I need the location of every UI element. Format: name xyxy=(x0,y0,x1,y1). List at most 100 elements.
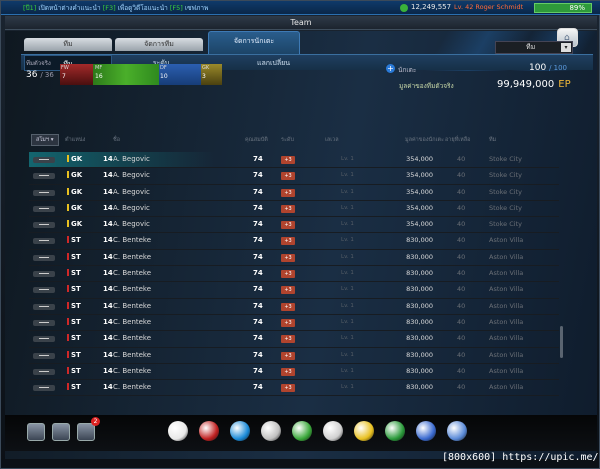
upgrade-button[interactable]: +3 xyxy=(281,188,295,197)
col-age[interactable]: อายุที่เหลือ xyxy=(445,136,470,144)
player-remaining: 40 xyxy=(457,301,466,310)
toggle-starter-button[interactable] xyxy=(33,271,55,278)
col-name[interactable]: ชื่อ xyxy=(113,136,120,144)
toggle-starter-button[interactable] xyxy=(33,385,55,392)
progress-indicator: 89% xyxy=(534,3,592,13)
table-row[interactable]: ST 14 C. Benteke 74 +3 Lv. 1 830,000 40 Aston Vi… xyxy=(29,266,559,283)
toggle-starter-button[interactable] xyxy=(33,287,55,294)
mail-icon[interactable] xyxy=(77,423,95,441)
col-ovr[interactable]: คุณสมบัติ xyxy=(245,136,268,144)
df-segment: DF 10 xyxy=(159,64,201,85)
toggle-starter-button[interactable] xyxy=(33,352,55,359)
position-marker xyxy=(67,285,69,293)
season-badge: 14 xyxy=(103,155,113,163)
upgrade-button[interactable]: +3 xyxy=(281,204,295,213)
player-price: 830,000 xyxy=(406,236,433,245)
player-remaining: 40 xyxy=(457,285,466,294)
col-club[interactable]: ทีม xyxy=(489,136,496,144)
toggle-starter-button[interactable] xyxy=(33,173,55,180)
toggle-starter-button[interactable] xyxy=(33,254,55,261)
trophy-book-icon[interactable] xyxy=(52,423,70,441)
table-row[interactable]: GK 14 A. Begovic 74 +3 Lv. 1 354,000 40 Stoke Ci… xyxy=(29,152,559,169)
edit-icon[interactable] xyxy=(414,419,438,445)
upgrade-button[interactable]: +3 xyxy=(281,253,295,262)
position-marker xyxy=(67,252,69,260)
player-club: Aston Villa xyxy=(489,366,524,375)
table-row[interactable]: GK 14 A. Begovic 74 +3 Lv. 1 354,000 40 Stoke Ci… xyxy=(29,185,559,201)
col-upgrade[interactable]: ระดับ xyxy=(281,136,294,144)
toggle-starter-button[interactable] xyxy=(33,205,55,212)
upgrade-button[interactable]: +3 xyxy=(281,302,295,311)
gp-coin-icon xyxy=(400,4,408,12)
table-row[interactable]: ST 14 C. Benteke 74 +3 Lv. 1 830,000 40 Aston Vi… xyxy=(29,282,559,299)
tab-manage-team[interactable]: จัดการทีม xyxy=(115,38,203,51)
col-level[interactable]: เลเวล xyxy=(325,136,339,144)
position-marker xyxy=(67,155,69,162)
upgrade-button[interactable]: +3 xyxy=(281,384,295,393)
profile-icon[interactable] xyxy=(27,423,45,441)
tab-manage-players[interactable]: จัดการนักเตะ xyxy=(208,31,300,54)
position-marker xyxy=(67,350,69,358)
upgrade-button[interactable]: +3 xyxy=(281,367,295,376)
table-scrollbar[interactable] xyxy=(560,326,563,358)
whistle-icon[interactable] xyxy=(166,419,190,445)
ball-icon[interactable] xyxy=(197,419,221,445)
window-title-bar: Team xyxy=(5,16,597,30)
upgrade-button[interactable]: +3 xyxy=(281,270,295,279)
ball-icon-glyph xyxy=(199,421,219,441)
col-position[interactable]: ตำแหน่ง xyxy=(65,136,85,144)
player-position: ST xyxy=(67,317,81,326)
upgrade-button[interactable]: +3 xyxy=(281,156,295,164)
player-remaining: 40 xyxy=(457,269,466,278)
upgrade-button[interactable]: +3 xyxy=(281,221,295,230)
upgrade-button[interactable]: +3 xyxy=(281,237,295,246)
toggle-starter-button[interactable] xyxy=(33,189,55,196)
upgrade-button[interactable]: +3 xyxy=(281,335,295,344)
toggle-starter-button[interactable] xyxy=(33,222,55,229)
table-row[interactable]: GK 14 A. Begovic 74 +3 Lv. 1 354,000 40 Stoke Ci… xyxy=(29,168,559,185)
toggle-starter-button[interactable] xyxy=(33,336,55,343)
cup-icon[interactable] xyxy=(259,419,283,445)
upgrade-button[interactable]: +3 xyxy=(281,286,295,295)
club-badge-icon[interactable] xyxy=(383,419,407,445)
table-row[interactable]: GK 14 A. Begovic 74 +3 Lv. 1 354,000 40 Stoke Ci… xyxy=(29,217,559,234)
table-row[interactable]: ST 14 C. Benteke 74 +3 Lv. 1 830,000 40 Aston Vi… xyxy=(29,315,559,332)
ticket-icon[interactable] xyxy=(321,419,345,445)
upgrade-button[interactable]: +3 xyxy=(281,351,295,360)
card-pack-icon[interactable] xyxy=(352,419,376,445)
toggle-starter-button[interactable] xyxy=(33,319,55,326)
player-category-label: นักเตะ xyxy=(398,66,417,74)
player-level: Lv. 1 xyxy=(341,351,354,358)
shop-cart-icon[interactable] xyxy=(445,419,469,445)
player-remaining: 40 xyxy=(457,383,466,392)
table-row[interactable]: ST 14 C. Benteke 74 +3 Lv. 1 830,000 40 Aston Vi… xyxy=(29,299,559,315)
toggle-starter-button[interactable] xyxy=(33,157,55,163)
player-position: GK xyxy=(67,203,82,212)
toggle-starter-button[interactable] xyxy=(33,238,55,245)
table-row[interactable]: ST 14 C. Benteke 74 +3 Lv. 1 830,000 40 Aston Vi… xyxy=(29,331,559,348)
upgrade-button[interactable]: +3 xyxy=(281,172,295,181)
sort-club-button[interactable]: สโมฯ ▾ xyxy=(31,134,59,146)
tab-team[interactable]: ทีม xyxy=(24,38,112,51)
upgrade-button[interactable]: +3 xyxy=(281,318,295,327)
add-icon[interactable]: + xyxy=(386,64,395,73)
table-row[interactable]: ST 14 C. Benteke 74 +3 Lv. 1 830,000 40 Aston Vi… xyxy=(29,250,559,267)
rank-icon-glyph xyxy=(292,421,312,441)
player-club: Aston Villa xyxy=(489,317,524,326)
filter-select[interactable]: ทีม ▾ xyxy=(495,41,573,54)
toggle-starter-button[interactable] xyxy=(33,368,55,375)
position-marker xyxy=(67,187,69,195)
boot-icon[interactable] xyxy=(228,419,252,445)
rank-icon[interactable] xyxy=(290,419,314,445)
table-row[interactable]: GK 14 A. Begovic 74 +3 Lv. 1 354,000 40 Stoke Ci… xyxy=(29,201,559,218)
table-row[interactable]: ST 14 C. Benteke 74 +3 Lv. 1 830,000 40 Aston Vi… xyxy=(29,364,559,381)
toggle-starter-button[interactable] xyxy=(33,303,55,310)
notification-badge: 2 xyxy=(91,417,100,426)
table-row[interactable]: ST 14 C. Benteke 74 +3 Lv. 1 830,000 40 Aston Vi… xyxy=(29,380,559,397)
player-position: GK xyxy=(67,171,82,179)
player-table: สโมฯ ▾ ตำแหน่ง ชื่อ คุณสมบัติ ระดับ เลเว… xyxy=(29,133,565,401)
col-price[interactable]: มูลค่าของนักเตะ xyxy=(405,136,444,144)
table-row[interactable]: ST 14 C. Benteke 74 +3 Lv. 1 830,000 40 Aston Vi… xyxy=(29,233,559,250)
shop-cart-icon-glyph xyxy=(447,421,467,441)
table-row[interactable]: ST 14 C. Benteke 74 +3 Lv. 1 830,000 40 Aston Vi… xyxy=(29,348,559,364)
